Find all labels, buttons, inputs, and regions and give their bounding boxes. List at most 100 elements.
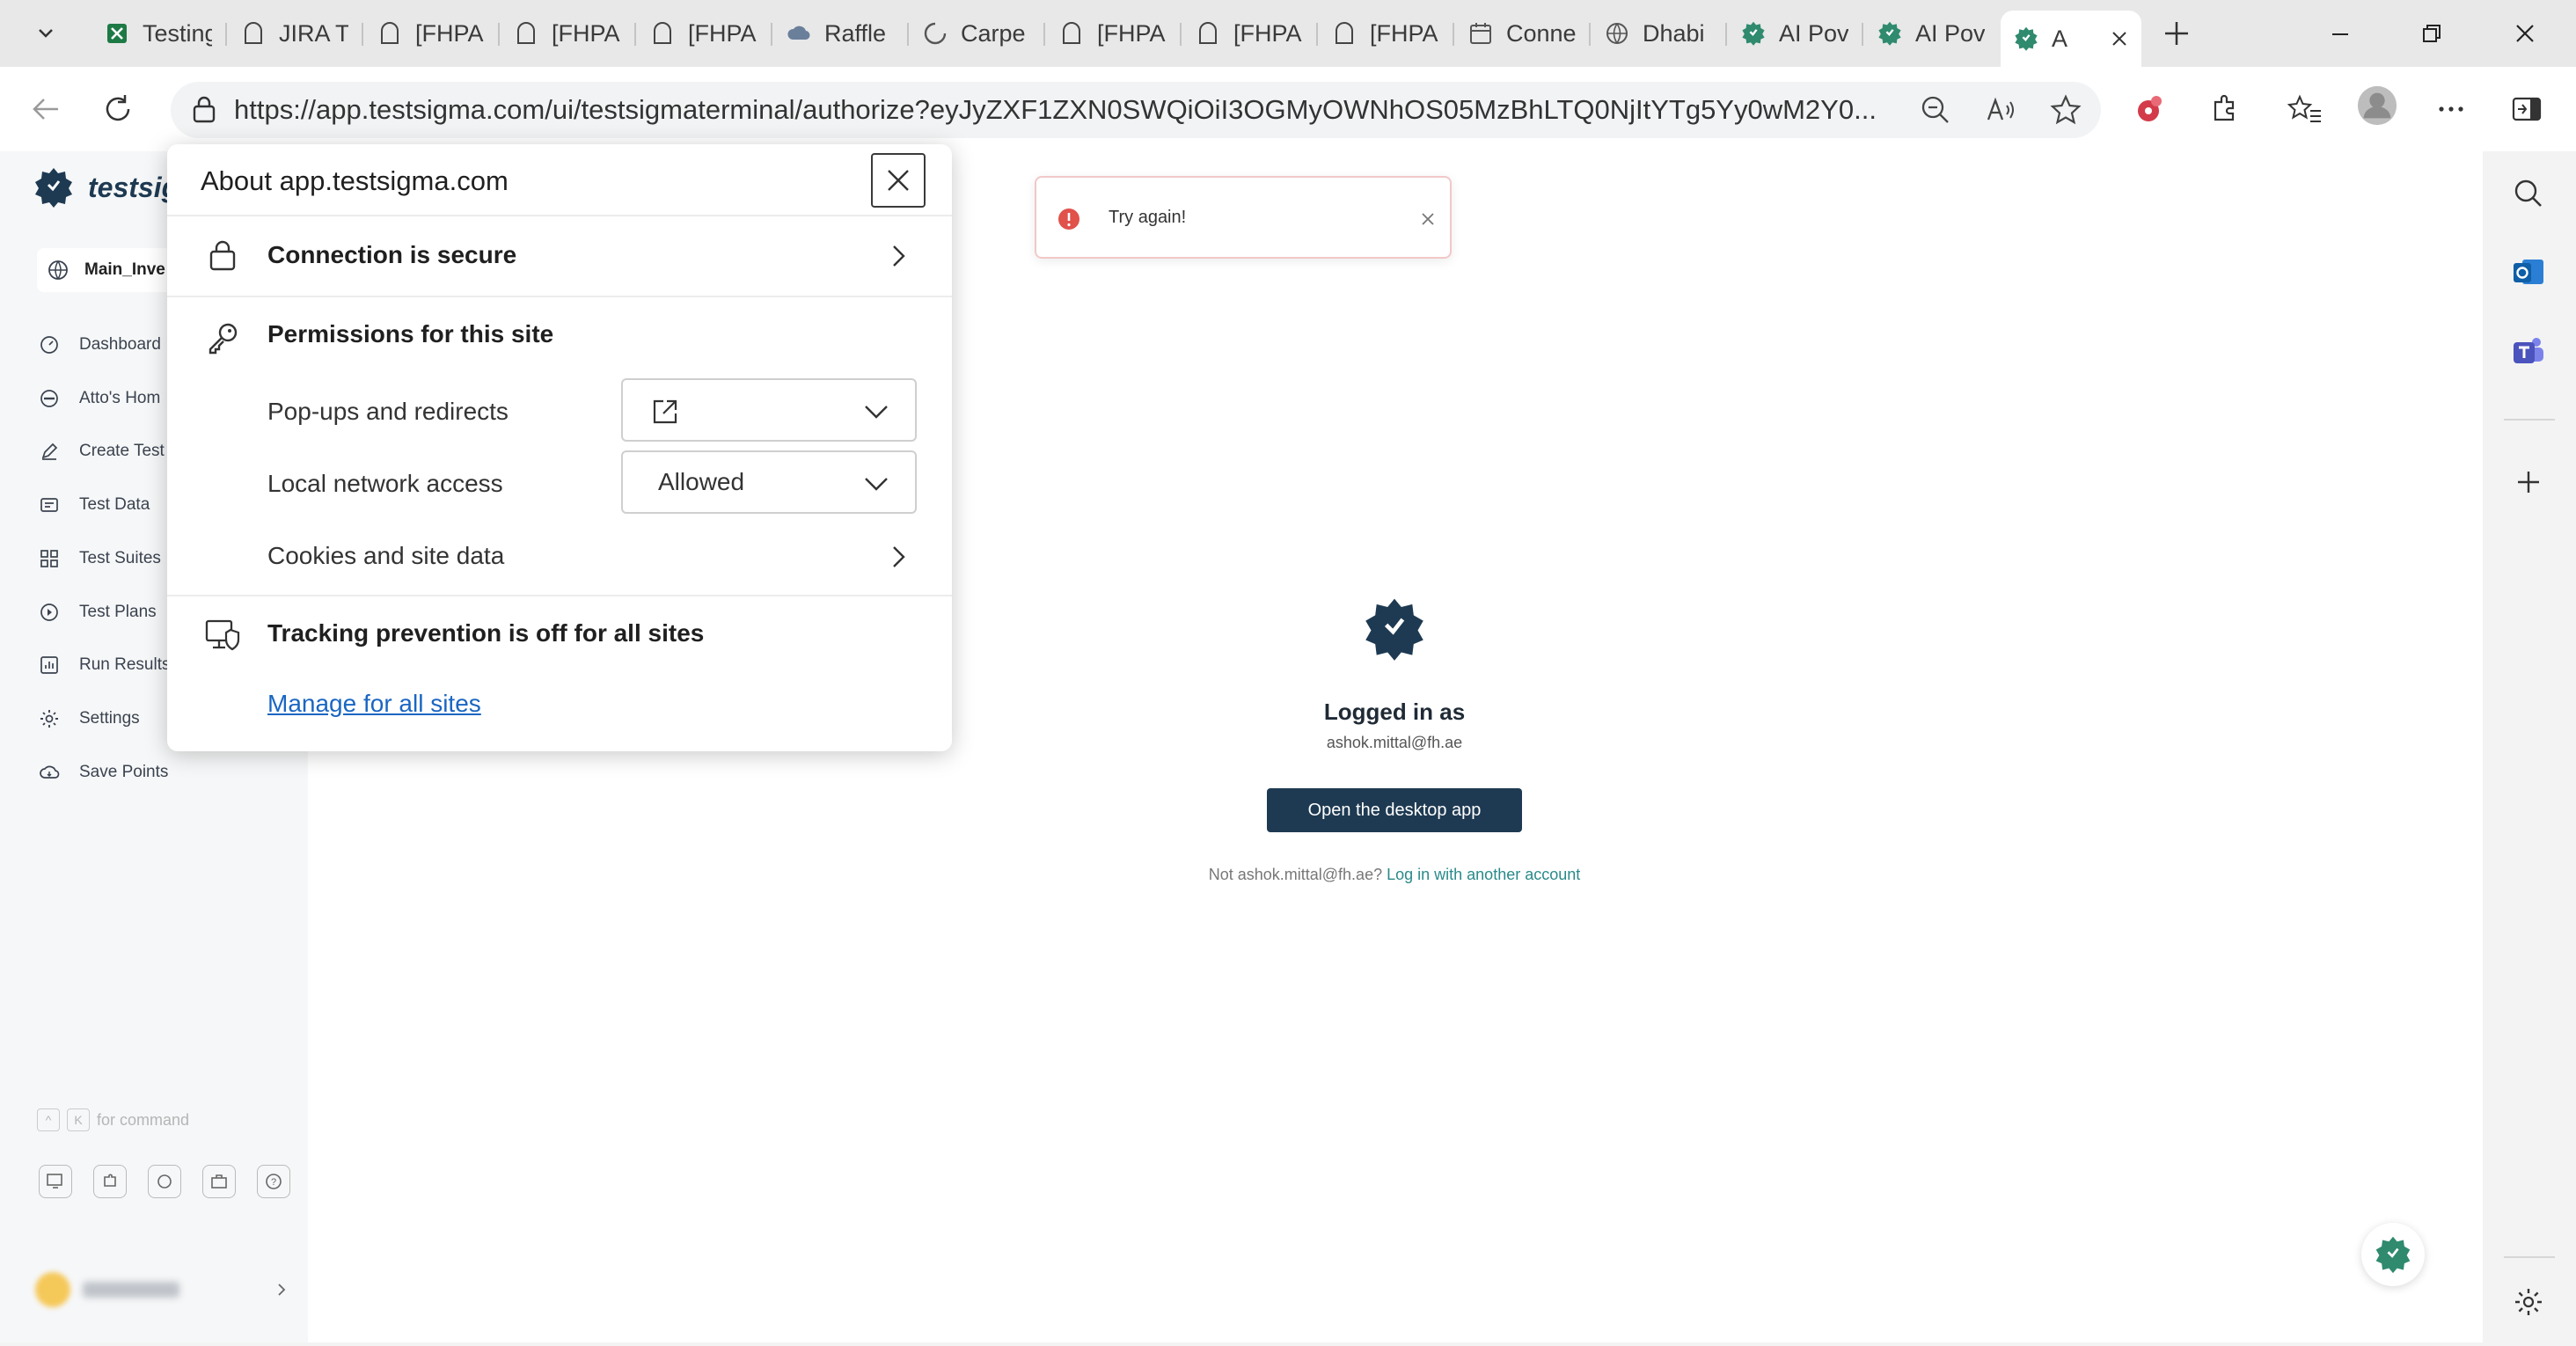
puzzle-tool-icon[interactable] [93,1165,127,1198]
popup-close-button[interactable] [871,153,926,208]
new-tab-icon[interactable] [2155,12,2198,55]
local-network-value: Allowed [658,468,745,495]
tab-separator [907,23,909,46]
tab[interactable]: [FHPA [1182,11,1315,56]
tab-separator [498,23,500,46]
open-desktop-app-button[interactable]: Open the desktop app [1267,788,1522,832]
outlook-icon[interactable] [2507,252,2550,294]
chevron-right-icon [893,245,905,267]
tab-close-icon[interactable] [2110,29,2129,48]
testsigma-icon [1740,20,1767,47]
assistant-bot-button[interactable] [2361,1223,2425,1286]
close-window-icon[interactable] [2504,12,2546,55]
tab-label: Testing [143,19,212,47]
zoom-out-icon[interactable] [1914,89,1957,131]
logged-in-email: ashok.mittal@fh.ae [1326,734,1463,751]
favorite-star-icon[interactable] [2045,89,2087,131]
site-info-icon[interactable] [183,89,225,131]
tab-separator [1589,23,1591,46]
favorites-icon[interactable] [2284,88,2326,130]
extension-red-icon[interactable] [2129,88,2171,130]
read-aloud-icon[interactable] [1980,89,2022,131]
tab-label: JIRA Ti [279,19,348,47]
switch-account-link[interactable]: Log in with another account [1387,866,1580,883]
cloud-icon [786,20,812,47]
tab[interactable]: [FHPA [501,11,633,56]
error-toast: Try again! [1035,176,1452,259]
sync-tool-icon[interactable] [148,1165,181,1198]
tab[interactable]: AI Pov [1728,11,1861,56]
connection-secure-row[interactable]: Connection is secure [167,216,952,296]
popups-select[interactable] [621,378,917,442]
connection-label: Connection is secure [267,241,517,268]
open-external-icon [653,399,677,424]
tab[interactable]: Testing [91,11,224,56]
close-icon [888,170,909,191]
chevron-right-icon [278,1284,286,1296]
jira-icon [1331,20,1358,47]
browser-toolbar: https://app.testsigma.com/ui/testsigmate… [0,67,2576,151]
tab[interactable]: [FHPA [364,11,497,56]
lock-icon [209,240,236,271]
tab[interactable]: JIRA Ti [228,11,361,56]
tab-label: A [2052,25,2068,52]
sidebar-item-label: Test Suites [79,549,161,567]
minimize-icon[interactable] [2319,12,2361,55]
tab-active[interactable]: A [2001,11,2141,67]
address-bar[interactable]: https://app.testsigma.com/ui/testsigmate… [171,82,2101,138]
chart-icon [40,656,58,674]
help-tool-icon[interactable]: ? [257,1165,290,1198]
sidebar-item-label: Run Results [79,655,171,674]
briefcase-tool-icon[interactable] [202,1165,236,1198]
tracking-prevention-icon [205,619,240,651]
tab[interactable]: [FHPA [637,11,770,56]
edge-sidebar [2483,151,2576,1346]
back-icon[interactable] [25,88,67,130]
chevron-right-icon [893,546,905,567]
refresh-icon[interactable] [97,88,139,130]
search-icon[interactable] [2507,172,2550,215]
local-network-select[interactable]: Allowed [621,450,917,514]
manage-all-sites-link[interactable]: Manage for all sites [267,690,481,718]
more-options-icon[interactable] [2430,88,2472,130]
tab[interactable]: Raffle [773,11,906,56]
tab[interactable]: Dhabi [1592,11,1724,56]
tab-separator [771,23,772,46]
tracking-label: Tracking prevention is off for all sites [267,619,705,647]
teams-icon[interactable] [2507,331,2550,373]
tab-separator [1043,23,1045,46]
tab[interactable]: Carpe [910,11,1043,56]
sidebar-item-label: Dashboard [79,335,161,354]
tab[interactable]: AI Pov [1864,11,1997,56]
tab[interactable]: Conne [1455,11,1588,56]
testsigma-center-logo [1360,595,1429,663]
restore-icon[interactable] [2411,12,2453,55]
profile-avatar-icon[interactable] [2356,84,2398,127]
user-profile-blurred[interactable] [35,1265,290,1314]
url-text[interactable]: https://app.testsigma.com/ui/testsigmate… [234,94,1906,126]
jira-icon [1058,20,1085,47]
user-name-blurred [83,1282,179,1298]
bottom-tools: ? [39,1165,290,1198]
sidebar-toggle-icon[interactable] [2506,88,2548,130]
sidebar-settings-icon[interactable] [2507,1281,2550,1323]
tab[interactable]: [FHPA [1319,11,1452,56]
jira-icon [649,20,676,47]
ctrl-key-badge: ^ [37,1108,60,1131]
tab-separator [634,23,636,46]
extensions-icon[interactable] [2203,88,2245,130]
jira-icon [377,20,403,47]
tab-label: Raffle [824,19,887,47]
screen-tool-icon[interactable] [39,1165,72,1198]
tab-label: [FHPA [688,19,757,47]
sidebar-item-save-points[interactable]: Save Points [39,755,303,790]
sidebar-item-label: Settings [79,709,140,728]
workspace-name: Main_Inve [84,260,165,279]
cookies-row[interactable]: Cookies and site data [167,523,952,595]
add-sidebar-app-icon[interactable] [2507,461,2550,503]
toast-close-icon[interactable] [1420,211,1436,227]
k-key-badge: K [67,1108,90,1131]
tab-actions-icon[interactable] [25,12,67,55]
error-icon [1058,208,1079,230]
tab[interactable]: [FHPA [1046,11,1179,56]
